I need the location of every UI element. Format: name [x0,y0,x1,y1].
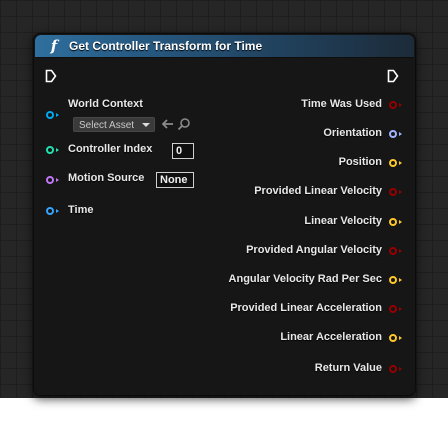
output-provided-linear-acceleration-label: Provided Linear Acceleration [230,302,382,314]
world-context-pin-arrow-icon [56,113,59,117]
time-pin-arrow-icon [56,209,59,213]
output-time-was-used-pin-arrow-icon [399,103,402,107]
output-provided-linear-acceleration-pin-icon[interactable] [389,305,397,313]
output-provided-angular-velocity-label: Provided Angular Velocity [246,244,382,256]
output-position-pin-icon[interactable] [389,159,397,167]
chevron-down-icon [142,123,150,127]
output-linear-acceleration-label: Linear Acceleration [280,331,382,343]
output-provided-linear-velocity-label: Provided Linear Velocity [254,185,382,197]
canvas-bottom-edge [0,398,448,426]
controller-index-label: Controller Index [68,143,153,155]
output-time-was-used-label: Time Was Used [301,98,382,110]
output-linear-velocity-pin-icon[interactable] [389,218,397,226]
output-orientation-pin-icon[interactable] [389,130,397,138]
output-return-value-pin-icon[interactable] [389,365,397,373]
output-provided-linear-velocity-pin-arrow-icon [399,190,402,194]
controller-index-pin-arrow-icon [56,148,59,152]
output-provided-linear-acceleration-pin-arrow-icon [399,307,402,311]
output-provided-linear-velocity-pin-icon[interactable] [389,188,397,196]
output-linear-acceleration-pin-arrow-icon [399,336,402,340]
select-asset-label: Select Asset [79,120,135,131]
output-position-label: Position [338,156,382,168]
output-angular-velocity-label: Angular Velocity Rad Per Sec [228,273,382,285]
blueprint-node[interactable]: f Get Controller Transform for Time Worl… [33,33,416,396]
time-label: Time [68,204,94,216]
output-angular-velocity-pin-icon[interactable] [389,276,397,284]
output-position-pin-arrow-icon [399,161,402,165]
world-context-pin-icon[interactable] [46,111,54,119]
browse-asset-search-icon[interactable] [177,117,191,131]
output-provided-angular-velocity-pin-arrow-icon [399,249,402,253]
node-title: Get Controller Transform for Time [69,39,263,53]
output-return-value-pin-arrow-icon [399,367,402,371]
select-asset-dropdown[interactable]: Select Asset [73,117,155,132]
output-orientation-label: Orientation [323,127,382,139]
time-pin-icon[interactable] [46,207,54,215]
node-header[interactable]: f Get Controller Transform for Time [35,35,414,58]
output-time-was-used-pin-icon[interactable] [389,101,397,109]
function-icon: f [50,37,58,55]
motion-source-pin-arrow-icon [56,178,59,182]
exec-out-pin-icon[interactable] [387,69,399,83]
motion-source-input[interactable]: None [156,172,194,188]
output-orientation-pin-arrow-icon [399,132,402,136]
world-context-label: World Context [68,98,143,110]
exec-in-pin-icon[interactable] [45,69,57,83]
output-linear-velocity-pin-arrow-icon [399,220,402,224]
output-angular-velocity-pin-arrow-icon [399,278,402,282]
output-return-value-label: Return Value [314,362,382,374]
output-linear-acceleration-pin-icon[interactable] [389,334,397,342]
output-linear-velocity-label: Linear Velocity [304,215,382,227]
motion-source-pin-icon[interactable] [46,176,54,184]
controller-index-pin-icon[interactable] [46,146,54,154]
motion-source-label: Motion Source [68,172,145,184]
use-selected-asset-icon[interactable] [161,117,175,131]
output-provided-angular-velocity-pin-icon[interactable] [389,247,397,255]
controller-index-input[interactable]: 0 [172,143,194,159]
